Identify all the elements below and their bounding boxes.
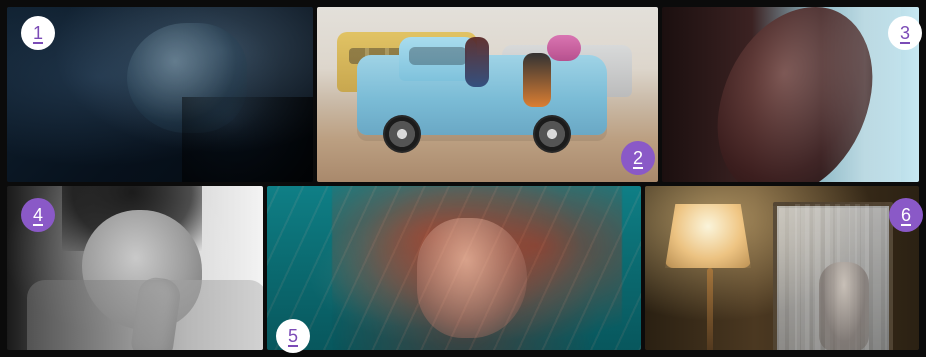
badge-1[interactable]: 1 (21, 16, 55, 50)
lamp-shade (665, 204, 751, 268)
collage-tile-6[interactable] (645, 186, 919, 350)
wheel (533, 115, 571, 153)
collage-tile-2[interactable] (317, 7, 658, 182)
person (523, 53, 551, 107)
person (547, 35, 581, 61)
collage-tile-5[interactable] (267, 186, 641, 350)
badge-6[interactable]: 6 (889, 198, 923, 232)
person (465, 37, 489, 87)
badge-number: 2 (632, 148, 643, 168)
badge-number: 3 (899, 23, 910, 43)
lamp-pole (707, 268, 713, 350)
badge-number: 4 (32, 205, 43, 225)
badge-number: 1 (32, 23, 43, 43)
image-collage: 1 2 3 4 5 6 (0, 0, 926, 357)
wheel (383, 115, 421, 153)
portrait-shadow (182, 97, 313, 182)
badge-2[interactable]: 2 (621, 141, 655, 175)
shirt (27, 280, 263, 350)
figure (819, 262, 869, 350)
badge-number: 6 (900, 205, 911, 225)
collage-tile-3[interactable] (662, 7, 919, 182)
badge-5[interactable]: 5 (276, 319, 310, 353)
badge-number: 5 (287, 326, 298, 346)
badge-3[interactable]: 3 (888, 16, 922, 50)
hair-strands (267, 186, 641, 350)
badge-4[interactable]: 4 (21, 198, 55, 232)
